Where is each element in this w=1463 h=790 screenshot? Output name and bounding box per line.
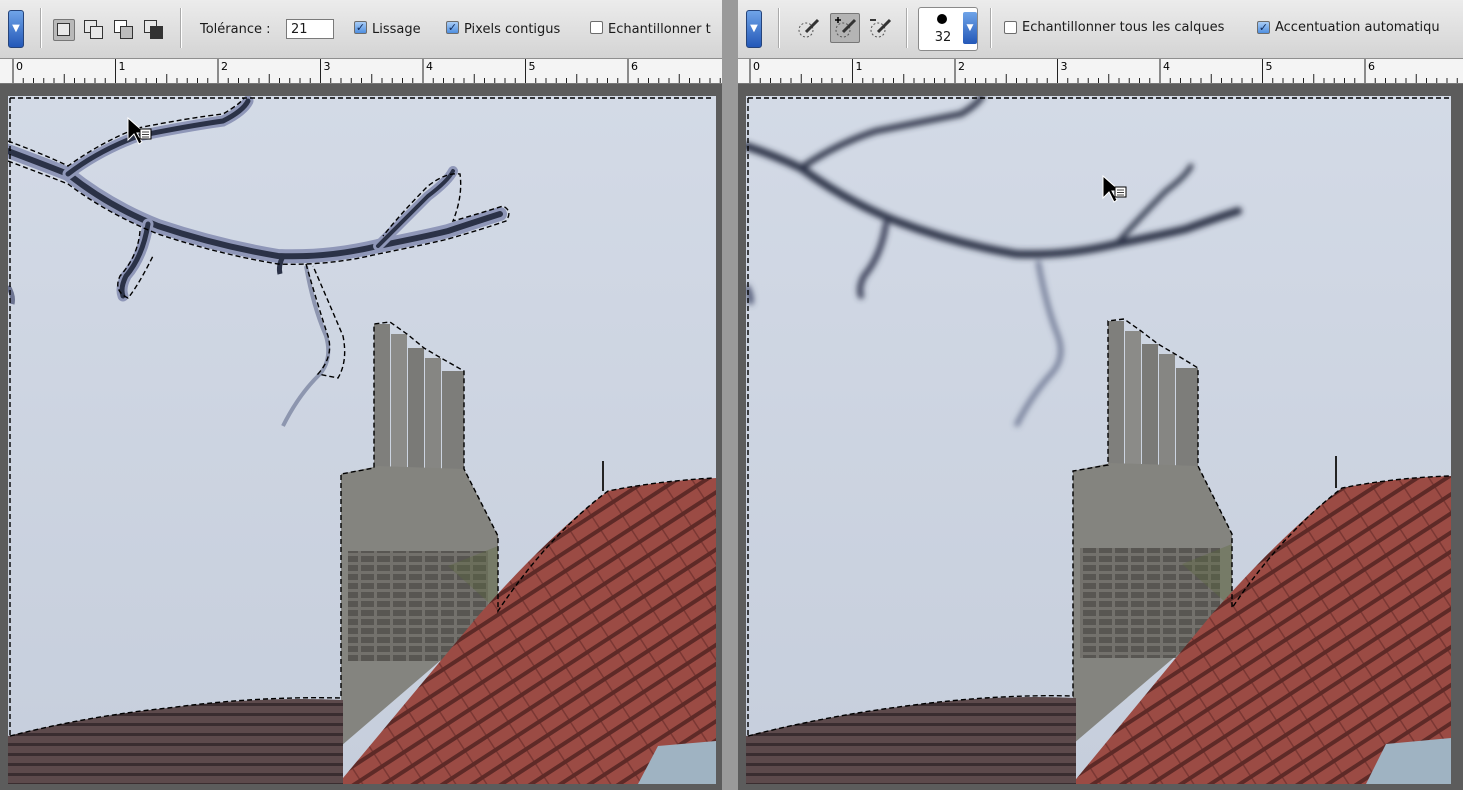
subtract-from-selection-brush-button[interactable]	[866, 14, 894, 42]
auto-enhance-label: Accentuation automatiqu	[1275, 20, 1440, 35]
contiguous-checkbox[interactable]: ✓	[446, 21, 459, 34]
brush-picker-arrow-icon[interactable]: ▼	[963, 12, 977, 44]
image-canvas[interactable]	[8, 96, 716, 784]
options-bar-magic-wand: ▼ Tolérance : 21 ✓ Lissage ✓ Pixels cont…	[0, 0, 722, 59]
add-to-selection-button[interactable]	[84, 20, 103, 39]
brush-tip-icon	[937, 14, 947, 24]
auto-enhance-checkbox[interactable]: ✓	[1257, 21, 1270, 34]
brush-subtract-icon	[870, 18, 892, 38]
antialias-label: Lissage	[372, 22, 421, 37]
ruler-tick-label: 1	[119, 60, 126, 73]
brush-new-icon	[798, 18, 820, 38]
antialias-checkbox[interactable]: ✓	[354, 21, 367, 34]
ruler-tick-label: 5	[529, 60, 536, 73]
brush-picker[interactable]: 32 ▼	[918, 7, 978, 51]
ruler-tick-label: 0	[753, 60, 760, 73]
ruler-ticks: 0 1 2 3 4 5 6	[12, 59, 721, 83]
ruler-tick-label: 3	[1061, 60, 1068, 73]
subtract-from-selection-button[interactable]	[114, 20, 133, 39]
add-to-selection-brush-button[interactable]	[830, 13, 860, 43]
ruler-tick-label: 1	[856, 60, 863, 73]
options-bar-quick-selection: ▼ 32 ▼ Echantillonner tous les calques ✓…	[738, 0, 1463, 59]
separator	[990, 8, 992, 48]
tolerance-input[interactable]: 21	[286, 19, 334, 39]
separator	[778, 8, 780, 48]
new-selection-button[interactable]	[53, 19, 75, 41]
separator	[40, 8, 42, 48]
tool-preset-picker[interactable]: ▼	[746, 10, 762, 48]
ruler-tick-label: 6	[1368, 60, 1375, 73]
photo-chimney-roof-branches	[8, 96, 716, 784]
sample-all-layers-checkbox[interactable]	[1004, 21, 1017, 34]
ruler-tick-label: 6	[631, 60, 638, 73]
new-selection-icon	[57, 23, 70, 36]
brush-size-value: 32	[934, 30, 952, 45]
ruler-tick-label: 5	[1266, 60, 1273, 73]
ruler-tick-label: 2	[221, 60, 228, 73]
photo-chimney-roof-branches	[746, 96, 1451, 784]
separator	[906, 8, 908, 48]
ruler-tick-label: 0	[16, 60, 23, 73]
tool-preset-picker[interactable]: ▼	[8, 10, 24, 48]
ruler-tick-label: 4	[1163, 60, 1170, 73]
horizontal-ruler[interactable]: 0 1 2 3 4 5 6	[0, 59, 722, 84]
ruler-ticks: 0 1 2 3 4 5 6	[749, 59, 1458, 83]
horizontal-ruler[interactable]: 0 1 2 3 4 5 6	[738, 59, 1463, 84]
contiguous-label: Pixels contigus	[464, 22, 561, 37]
image-canvas[interactable]	[746, 96, 1451, 784]
tolerance-label: Tolérance :	[200, 22, 271, 37]
ruler-tick-label: 3	[324, 60, 331, 73]
ruler-tick-label: 4	[426, 60, 433, 73]
separator	[180, 8, 182, 48]
brush-add-icon	[835, 17, 857, 38]
sample-all-layers-label: Echantillonner t	[608, 22, 711, 37]
sample-all-layers-checkbox[interactable]	[590, 21, 603, 34]
document-window-right: ▼ 32 ▼ Echantillonner tous les calques ✓…	[738, 0, 1463, 790]
ruler-tick-label: 2	[958, 60, 965, 73]
document-window-left: ▼ Tolérance : 21 ✓ Lissage ✓ Pixels cont…	[0, 0, 722, 790]
sample-all-layers-label: Echantillonner tous les calques	[1022, 20, 1225, 35]
intersect-selection-button[interactable]	[144, 20, 163, 39]
new-selection-brush-button[interactable]	[794, 14, 822, 42]
